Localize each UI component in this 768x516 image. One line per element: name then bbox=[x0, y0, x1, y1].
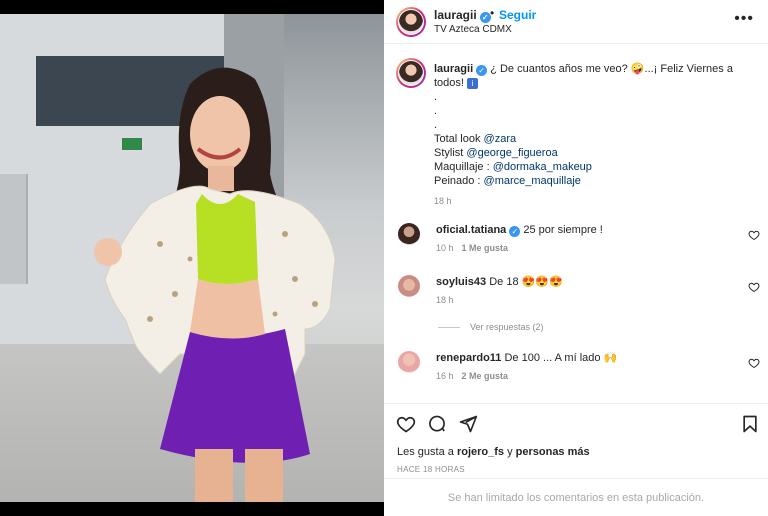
comment-likes[interactable]: 1 Me gusta bbox=[462, 243, 509, 253]
mention-link[interactable]: @dormaka_makeup bbox=[493, 161, 592, 173]
author-username-row: lauragii ✓ bbox=[434, 8, 491, 23]
caption-dot: . bbox=[434, 119, 438, 131]
heart-icon[interactable] bbox=[396, 414, 416, 434]
woman-figure bbox=[94, 67, 336, 502]
comment-time[interactable]: 18 h bbox=[436, 295, 454, 305]
commenter-avatar[interactable] bbox=[398, 223, 420, 245]
commenter-username[interactable]: soyluis43 bbox=[436, 276, 486, 288]
comment-text: De 18 😍😍😍 bbox=[489, 276, 563, 288]
info-icon: i bbox=[467, 78, 479, 89]
view-replies-button[interactable]: Ver respuestas (2) bbox=[438, 322, 544, 332]
background-door bbox=[0, 174, 28, 284]
post-image[interactable] bbox=[0, 14, 384, 502]
credit-line: Maquillaje : @dormaka_makeup bbox=[434, 161, 592, 173]
post-details-panel: lauragii ✓ • Seguir TV Azteca CDMX ••• la… bbox=[384, 0, 768, 516]
comment-text: 25 por siempre ! bbox=[523, 224, 603, 236]
comment-meta: 10 h 1 Me gusta bbox=[436, 243, 508, 253]
comment-meta: 18 h bbox=[436, 295, 454, 305]
heart-icon[interactable] bbox=[748, 229, 760, 241]
comment-meta: 16 h 2 Me gusta bbox=[436, 371, 508, 381]
comment-likes[interactable]: 2 Me gusta bbox=[462, 371, 509, 381]
post-header: lauragii ✓ • Seguir TV Azteca CDMX ••• bbox=[384, 0, 768, 44]
heart-icon[interactable] bbox=[748, 281, 760, 293]
verified-badge-icon: ✓ bbox=[476, 65, 488, 76]
post-location[interactable]: TV Azteca CDMX bbox=[434, 24, 512, 35]
post-time[interactable]: HACE 18 HORAS bbox=[397, 465, 465, 474]
caption-username[interactable]: lauragii bbox=[434, 63, 473, 75]
caption-time[interactable]: 18 h bbox=[434, 194, 744, 208]
post-caption: lauragii ✓ ¿ De cuantos años me veo? 🤪...… bbox=[434, 62, 744, 208]
paper-plane-icon[interactable] bbox=[458, 414, 478, 434]
bookmark-icon[interactable] bbox=[740, 414, 760, 434]
verified-badge-icon: ✓ bbox=[509, 226, 521, 237]
comment-time[interactable]: 16 h bbox=[436, 371, 454, 381]
follow-button[interactable]: Seguir bbox=[499, 8, 536, 22]
liker-username[interactable]: rojero_fs bbox=[457, 446, 504, 458]
caption-avatar[interactable] bbox=[396, 58, 426, 88]
comments-limited-notice: Se han limitado los comentarios en esta … bbox=[384, 478, 768, 516]
comments-list[interactable]: lauragii ✓ ¿ De cuantos años me veo? 🤪...… bbox=[384, 48, 768, 403]
caption-dot: . bbox=[434, 91, 438, 103]
comment-text: De 100 ... A mí lado 🙌 bbox=[504, 352, 618, 364]
commenter-avatar[interactable] bbox=[398, 351, 420, 373]
comment-bubble-icon[interactable] bbox=[427, 414, 447, 434]
other-likers-link[interactable]: personas más bbox=[516, 446, 590, 458]
caption-dot: . bbox=[434, 105, 438, 117]
comment-time[interactable]: 10 h bbox=[436, 243, 454, 253]
author-username[interactable]: lauragii bbox=[434, 8, 477, 22]
mention-link[interactable]: @george_figueroa bbox=[466, 147, 557, 159]
author-avatar[interactable] bbox=[396, 7, 426, 37]
separator-dot: • bbox=[490, 6, 495, 20]
more-options-icon[interactable]: ••• bbox=[734, 10, 754, 28]
mention-link[interactable]: @marce_maquillaje bbox=[484, 175, 581, 187]
commenter-avatar[interactable] bbox=[398, 275, 420, 297]
post-actions: Les gusta a rojero_fs y personas más HAC… bbox=[384, 403, 768, 483]
likes-summary: Les gusta a rojero_fs y personas más bbox=[397, 446, 590, 458]
commenter-username[interactable]: oficial.tatiana bbox=[436, 224, 506, 236]
commenter-username[interactable]: renepardo11 bbox=[436, 352, 501, 364]
credit-line: Total look @zara bbox=[434, 133, 517, 145]
credit-line: Peinado : @marce_maquillaje bbox=[434, 175, 581, 187]
view-replies-label[interactable]: Ver respuestas (2) bbox=[470, 322, 544, 332]
credit-line: Stylist @george_figueroa bbox=[434, 147, 558, 159]
mention-link[interactable]: @zara bbox=[484, 133, 517, 145]
heart-icon[interactable] bbox=[748, 357, 760, 369]
